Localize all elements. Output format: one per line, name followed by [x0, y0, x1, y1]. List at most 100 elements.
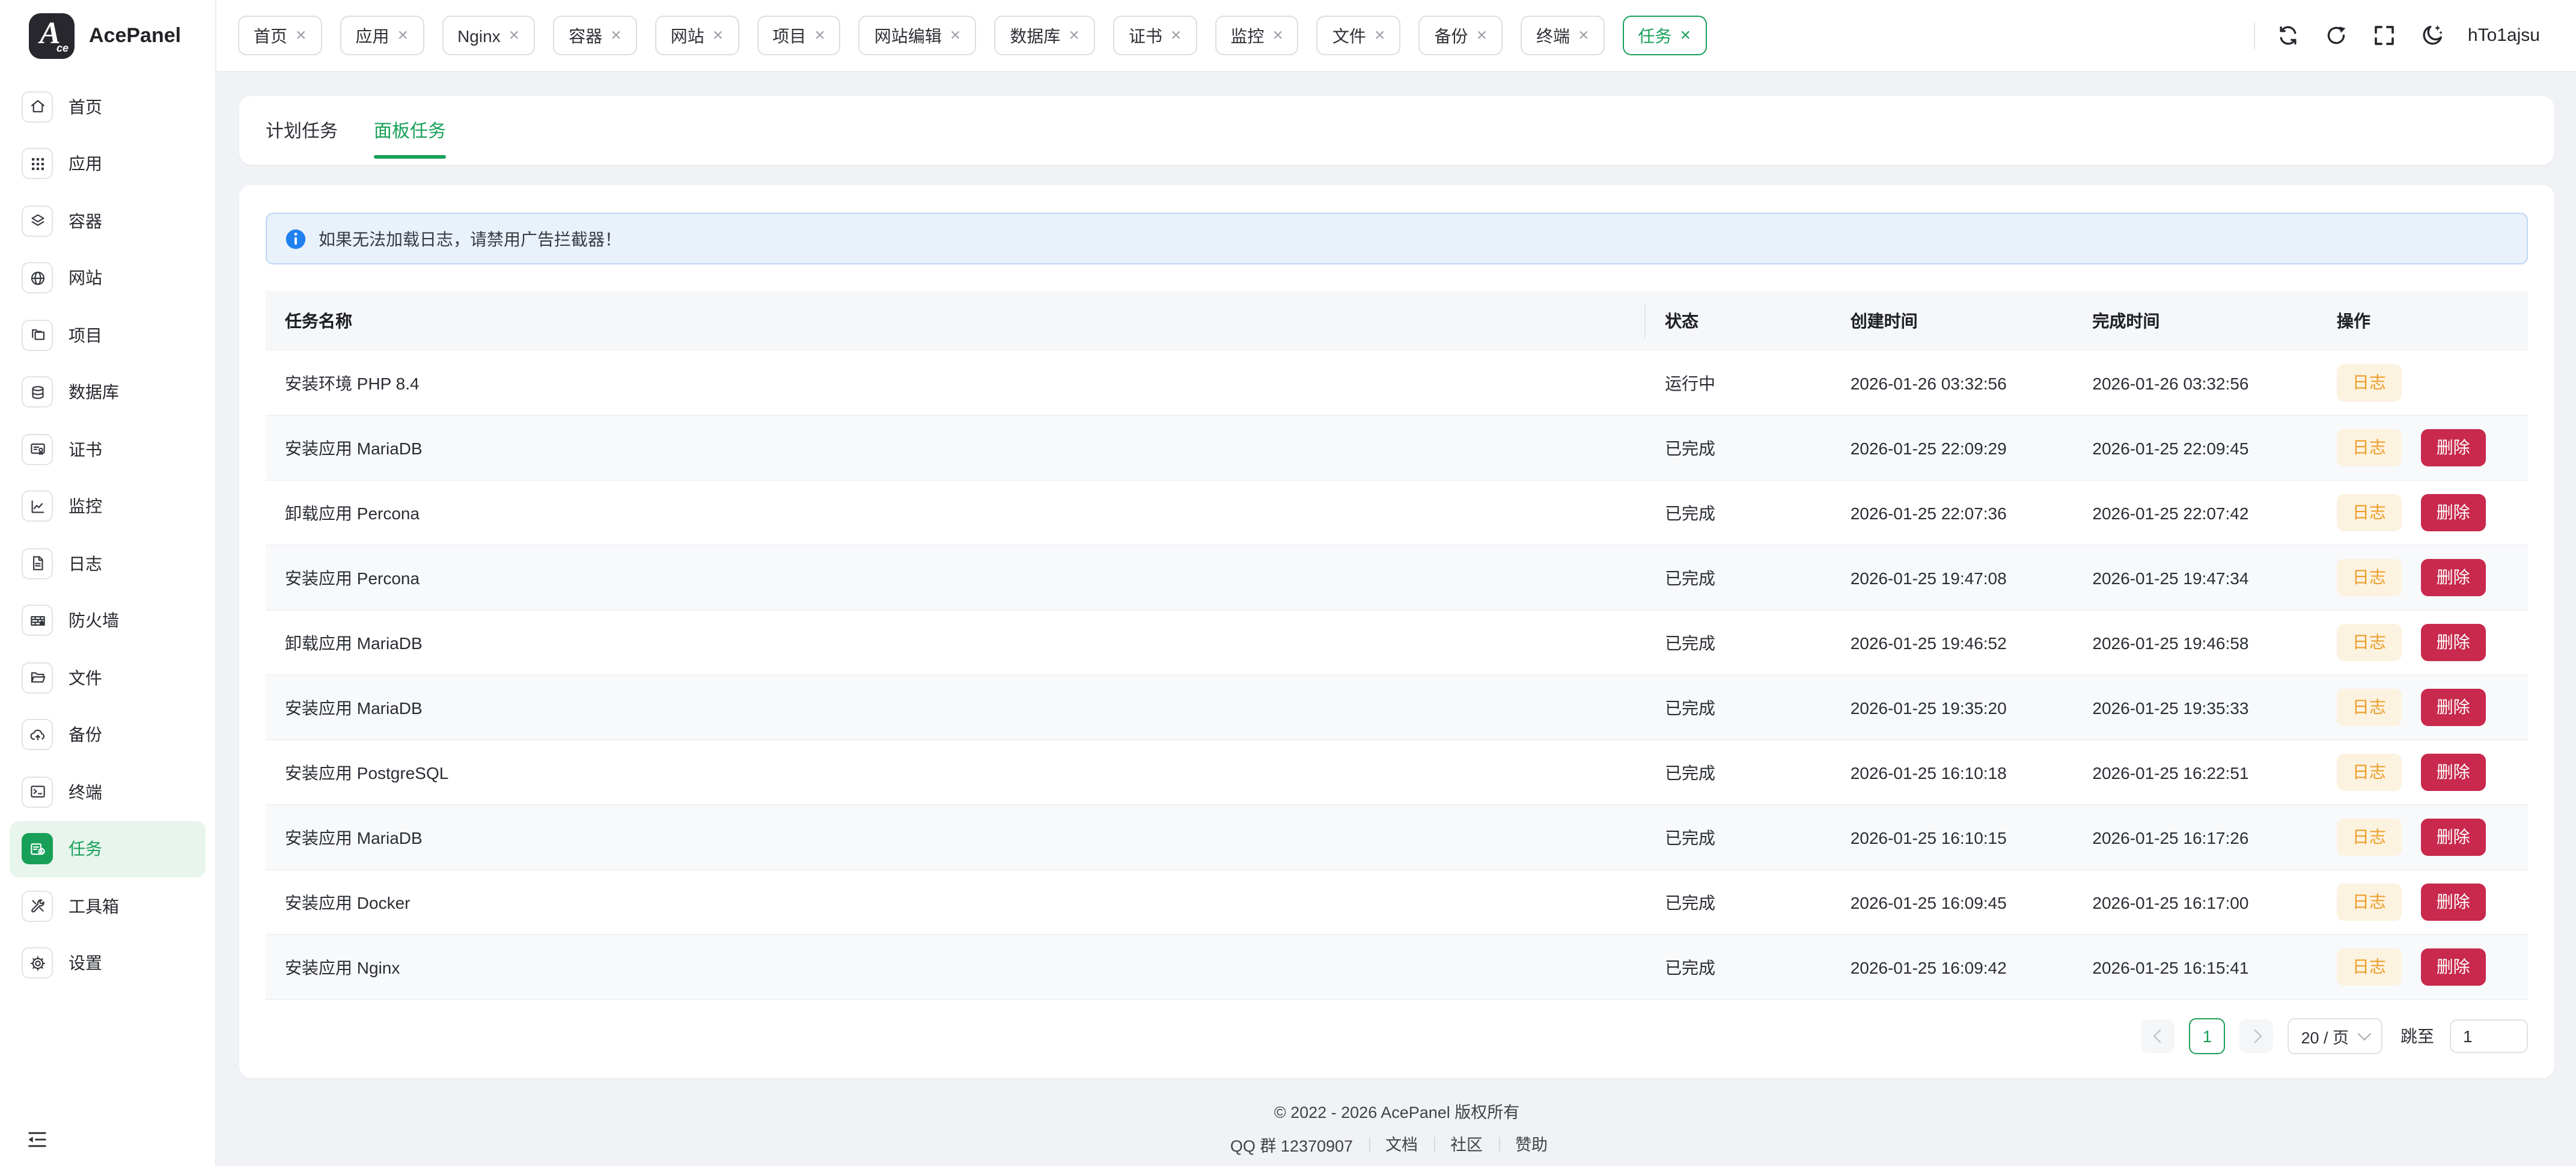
sidebar-item[interactable]: 首页 [10, 78, 206, 135]
jump-to-input[interactable] [2450, 1019, 2528, 1053]
sidebar-item-label: 设置 [69, 951, 102, 975]
delete-button[interactable]: 删除 [2421, 624, 2486, 661]
log-button[interactable]: 日志 [2337, 494, 2402, 531]
log-button[interactable]: 日志 [2337, 948, 2402, 986]
reload-icon[interactable] [2324, 23, 2349, 48]
close-icon[interactable]: × [1680, 26, 1691, 44]
qq-group-text: QQ 群 12370907 [1230, 1132, 1353, 1156]
task-completed-cell: 2026-01-25 22:09:45 [2073, 415, 2318, 480]
top-tab[interactable]: 网站 × [655, 16, 739, 55]
close-icon[interactable]: × [509, 26, 520, 44]
delete-button[interactable]: 删除 [2421, 819, 2486, 856]
info-banner-text: 如果无法加载日志，请禁用广告拦截器！ [319, 227, 621, 251]
top-tab[interactable]: 任务 × [1623, 16, 1707, 55]
home-icon [22, 91, 53, 123]
top-tab[interactable]: 应用 × [340, 16, 424, 55]
log-button[interactable]: 日志 [2337, 754, 2402, 791]
close-icon[interactable]: × [1171, 26, 1182, 44]
sidebar-item[interactable]: 任务 [10, 820, 206, 878]
task-status-cell: 运行中 [1646, 351, 1831, 415]
task-name-cell: 安装应用 Percona [266, 545, 1646, 610]
sidebar-item[interactable]: 项目 [10, 307, 206, 364]
delete-button[interactable]: 删除 [2421, 948, 2486, 986]
close-icon[interactable]: × [1578, 26, 1589, 44]
delete-button[interactable]: 删除 [2421, 494, 2486, 531]
footer-link[interactable]: 社区 [1433, 1137, 1498, 1152]
fullscreen-icon[interactable] [2372, 23, 2397, 48]
username[interactable]: hTo1ajsu [2468, 25, 2540, 46]
firewall-icon [22, 605, 53, 636]
top-tab[interactable]: 网站编辑 × [859, 16, 977, 55]
sidebar-collapse-icon[interactable] [25, 1128, 49, 1152]
top-bar-right: hTo1ajsu [2254, 22, 2540, 49]
task-actions-cell: 日志 删除 [2318, 740, 2528, 805]
sidebar-item[interactable]: 设置 [10, 935, 206, 992]
content-tab[interactable]: 面板任务 [374, 96, 446, 165]
container-icon [22, 206, 53, 237]
log-button[interactable]: 日志 [2337, 429, 2402, 466]
sidebar-item-label: 应用 [69, 152, 102, 176]
top-tab-label: 监控 [1230, 23, 1264, 47]
files-icon [22, 662, 53, 694]
top-tab[interactable]: 文件 × [1317, 16, 1401, 55]
top-tab[interactable]: 证书 × [1113, 16, 1197, 55]
top-tab[interactable]: 首页 × [238, 16, 322, 55]
sidebar-item[interactable]: 网站 [10, 249, 206, 307]
close-icon[interactable]: × [713, 26, 724, 44]
content-tab[interactable]: 计划任务 [266, 96, 338, 165]
sidebar-item[interactable]: 监控 [10, 478, 206, 535]
backup-icon [22, 719, 53, 751]
sidebar-item[interactable]: 容器 [10, 192, 206, 249]
delete-button[interactable]: 删除 [2421, 429, 2486, 466]
task-created-cell: 2026-01-25 19:46:52 [1831, 610, 2074, 675]
sidebar-item[interactable]: 备份 [10, 706, 206, 763]
close-icon[interactable]: × [950, 26, 961, 44]
task-status-cell: 已完成 [1646, 545, 1831, 610]
delete-button[interactable]: 删除 [2421, 559, 2486, 596]
next-page-button[interactable] [2239, 1019, 2273, 1053]
close-icon[interactable]: × [814, 26, 825, 44]
sidebar-item-label: 终端 [69, 780, 102, 804]
sidebar-item[interactable]: 证书 [10, 421, 206, 478]
dark-mode-icon[interactable] [2420, 23, 2445, 48]
sidebar-item[interactable]: 数据库 [10, 364, 206, 421]
close-icon[interactable]: × [611, 26, 621, 44]
log-button[interactable]: 日志 [2337, 624, 2402, 661]
top-tab[interactable]: 终端 × [1521, 16, 1605, 55]
page-size-select[interactable]: 20 / 页 [2288, 1018, 2382, 1054]
close-icon[interactable]: × [296, 26, 307, 44]
log-button[interactable]: 日志 [2337, 559, 2402, 596]
top-tab[interactable]: 容器 × [553, 16, 637, 55]
log-button[interactable]: 日志 [2337, 884, 2402, 921]
top-tab[interactable]: Nginx × [442, 16, 535, 55]
sidebar-item[interactable]: 终端 [10, 763, 206, 820]
footer-link[interactable]: 文档 [1369, 1137, 1433, 1152]
log-button[interactable]: 日志 [2337, 819, 2402, 856]
sidebar-item[interactable]: 防火墙 [10, 592, 206, 649]
top-tab-label: 网站编辑 [874, 23, 942, 47]
sync-icon[interactable] [2275, 23, 2301, 48]
sidebar-item[interactable]: 文件 [10, 649, 206, 706]
close-icon[interactable]: × [1375, 26, 1385, 44]
log-button[interactable]: 日志 [2337, 364, 2402, 401]
log-button[interactable]: 日志 [2337, 689, 2402, 726]
close-icon[interactable]: × [398, 26, 409, 44]
task-completed-cell: 2026-01-25 16:17:26 [2073, 805, 2318, 870]
sidebar-item[interactable]: 工具箱 [10, 878, 206, 935]
top-tab[interactable]: 备份 × [1418, 16, 1503, 55]
close-icon[interactable]: × [1069, 26, 1079, 44]
top-tab[interactable]: 项目 × [757, 16, 841, 55]
close-icon[interactable]: × [1272, 26, 1283, 44]
delete-button[interactable]: 删除 [2421, 754, 2486, 791]
prev-page-button[interactable] [2141, 1019, 2175, 1053]
top-tab[interactable]: 数据库 × [994, 16, 1095, 55]
sidebar-item[interactable]: 应用 [10, 135, 206, 192]
top-tab[interactable]: 监控 × [1215, 16, 1299, 55]
sidebar-item[interactable]: 日志 [10, 535, 206, 592]
delete-button[interactable]: 删除 [2421, 689, 2486, 726]
close-icon[interactable]: × [1476, 26, 1487, 44]
page-number-button[interactable]: 1 [2189, 1018, 2225, 1054]
task-completed-cell: 2026-01-25 16:15:41 [2073, 935, 2318, 1000]
footer-link[interactable]: 赞助 [1498, 1137, 1563, 1152]
delete-button[interactable]: 删除 [2421, 884, 2486, 921]
